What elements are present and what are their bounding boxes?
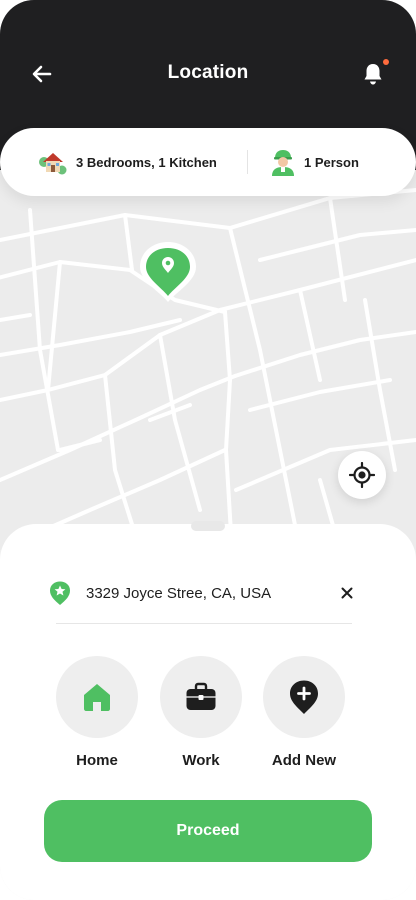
close-icon bbox=[341, 587, 353, 599]
saved-place-icon-circle bbox=[160, 656, 242, 738]
rooms-label: 3 Bedrooms, 1 Kitchen bbox=[76, 154, 217, 170]
home-icon bbox=[84, 684, 110, 711]
persons-summary: 1 Person bbox=[248, 128, 359, 196]
proceed-button[interactable]: Proceed bbox=[44, 800, 372, 862]
saved-place-label: Work bbox=[182, 752, 220, 769]
location-screen: Location 3 Bedrooms, 1 Kitchen 1 Person … bbox=[0, 0, 416, 900]
location-pin-icon bbox=[140, 242, 196, 302]
saved-place-work[interactable]: Work bbox=[160, 656, 242, 769]
page-title: Location bbox=[167, 62, 249, 83]
rooms-summary: 3 Bedrooms, 1 Kitchen bbox=[0, 128, 247, 196]
saved-place-label: Home bbox=[76, 752, 118, 769]
bell-icon bbox=[364, 64, 382, 85]
current-location-button[interactable] bbox=[338, 451, 386, 499]
address-underline bbox=[56, 623, 352, 624]
star-shield-icon bbox=[50, 581, 70, 605]
drag-handle[interactable] bbox=[191, 521, 225, 531]
saved-place-add-new[interactable]: Add New bbox=[263, 656, 345, 769]
booking-summary-card: 3 Bedrooms, 1 Kitchen 1 Person bbox=[0, 128, 416, 196]
saved-place-icon-circle bbox=[56, 656, 138, 738]
house-icon bbox=[39, 153, 67, 175]
address-value: 3329 Joyce Stree, CA, USA bbox=[86, 584, 272, 602]
bottom-sheet: 3329 Joyce Stree, CA, USA Home Work Add … bbox=[0, 521, 416, 900]
persons-label: 1 Person bbox=[304, 154, 359, 170]
crosshair-icon bbox=[349, 462, 375, 488]
saved-place-icon-circle bbox=[263, 656, 345, 738]
notification-badge bbox=[383, 59, 389, 65]
saved-place-home[interactable]: Home bbox=[56, 656, 138, 769]
location-pin[interactable] bbox=[138, 240, 198, 304]
clear-address-button[interactable] bbox=[336, 582, 358, 604]
saved-place-label: Add New bbox=[271, 752, 337, 769]
briefcase-icon bbox=[186, 682, 216, 710]
add-pin-icon bbox=[290, 680, 318, 714]
address-field[interactable]: 3329 Joyce Stree, CA, USA bbox=[48, 578, 358, 608]
cleaner-person-icon bbox=[272, 150, 294, 176]
